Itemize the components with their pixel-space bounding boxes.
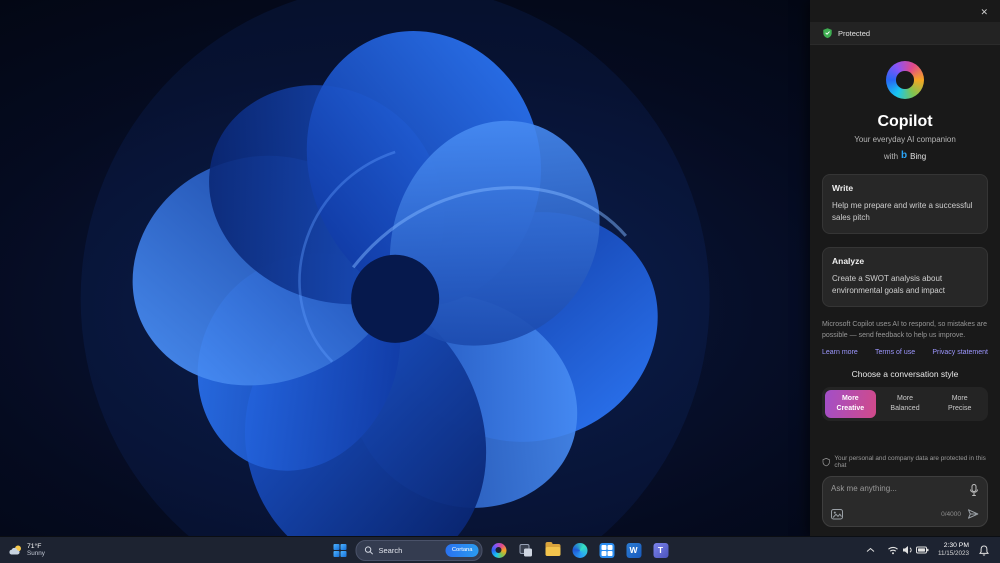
style-more-balanced[interactable]: More Balanced [880,390,931,418]
taskbar-copilot-icon[interactable] [488,539,510,561]
protected-badge: Protected [810,22,1000,45]
teams-button[interactable]: T [650,539,672,561]
bing-label: Bing [910,151,927,161]
add-image-button[interactable] [831,508,843,520]
taskbar: 71°F Sunny Search Cortana W T 2:30 PM 11… [0,536,1000,563]
data-privacy-note: Your personal and company data are prote… [822,445,988,469]
taskbar-search[interactable]: Search Cortana [355,539,483,561]
file-explorer-icon [545,542,560,556]
with-label: with [883,151,899,161]
weather-widget[interactable]: 71°F Sunny [2,537,52,563]
copilot-panel-header: ✕ [810,0,1000,22]
copilot-panel: ✕ Protected Copilot Your everyday AI com… [810,0,1000,537]
shield-icon [823,28,832,39]
card-title: Write [832,183,854,193]
conversation-style-heading: Choose a conversation style [851,368,959,379]
send-button[interactable] [967,508,979,520]
battery-icon [915,546,929,554]
volume-icon [902,546,912,554]
ai-disclaimer-text: Microsoft Copilot uses AI to respond, so… [822,320,987,339]
chat-input-box[interactable]: 0/4000 [822,476,988,527]
conversation-style-selector: More Creative More Balanced More Precise [822,386,988,421]
tray-overflow-button[interactable] [864,539,878,561]
protected-label: Protected [838,28,871,38]
screen: { "colors": { "accent_blue": "#2e7bff", … [0,0,1000,563]
word-button[interactable]: W [623,539,645,561]
suggestion-card-analyze[interactable]: Analyze Create a SWOT analysis about env… [822,246,988,307]
search-icon [364,545,374,555]
card-title: Analyze [832,255,865,266]
card-body: Create a SWOT analysis about environment… [832,273,945,296]
copilot-title: Copilot [877,113,933,130]
style-more-creative[interactable]: More Creative [825,389,876,418]
close-icon[interactable]: ✕ [976,6,992,19]
start-button[interactable] [329,539,351,561]
image-upload-icon [831,508,843,519]
terms-of-use-link[interactable]: Terms of use [875,349,915,356]
notification-center-button[interactable] [976,539,992,561]
windows-logo-icon [333,543,346,557]
task-view-icon [519,543,532,556]
clock-time: 2:30 PM [943,542,969,550]
weather-condition: Sunny [27,550,45,557]
teams-icon: T [653,542,668,558]
send-icon [968,509,979,519]
clock-date: 11/15/2023 [937,550,969,558]
char-counter: 0/4000 [941,510,961,518]
edge-button[interactable] [569,539,591,561]
copilot-subtitle: Your everyday AI companion [854,135,956,144]
weather-temp: 71°F [27,543,42,550]
legal-links: Learn more Terms of use Privacy statemen… [822,349,988,356]
shield-outline-icon [822,458,830,467]
search-label: Search [378,545,403,555]
microsoft-store-button[interactable] [596,539,618,561]
word-icon: W [626,542,641,558]
microphone-icon [970,484,978,496]
copilot-icon [491,542,506,558]
privacy-statement-link[interactable]: Privacy statement [932,349,988,356]
mic-button[interactable] [969,484,979,497]
with-bing-row: with b Bing [810,151,1000,161]
bing-icon: b [901,150,908,161]
search-highlight-badge[interactable]: Cortana [445,543,479,557]
network-volume-battery-group[interactable] [885,543,931,557]
taskbar-center: Search Cortana W T [329,537,672,563]
wifi-icon [888,546,898,555]
clock-widget[interactable]: 2:30 PM 11/15/2023 [938,541,969,559]
style-more-precise[interactable]: More Precise [934,390,985,418]
suggestion-card-write[interactable]: Write Help me prepare and write a succes… [822,174,988,234]
data-privacy-text: Your personal and company data are prote… [834,455,986,469]
chat-input[interactable] [831,484,963,493]
copilot-logo-icon [886,61,924,99]
system-tray: 2:30 PM 11/15/2023 [864,537,996,563]
edge-icon [572,542,587,558]
task-view-button[interactable] [515,539,537,561]
microsoft-store-icon [599,542,614,558]
file-explorer-button[interactable] [542,539,564,561]
notification-bell-icon [979,544,989,556]
weather-sun-icon [9,545,21,555]
chevron-up-icon [867,547,875,552]
learn-more-link[interactable]: Learn more [822,349,858,356]
copilot-hero: Copilot Your everyday AI companion with … [810,61,1000,161]
card-body: Help me prepare and write a successful s… [832,201,973,223]
